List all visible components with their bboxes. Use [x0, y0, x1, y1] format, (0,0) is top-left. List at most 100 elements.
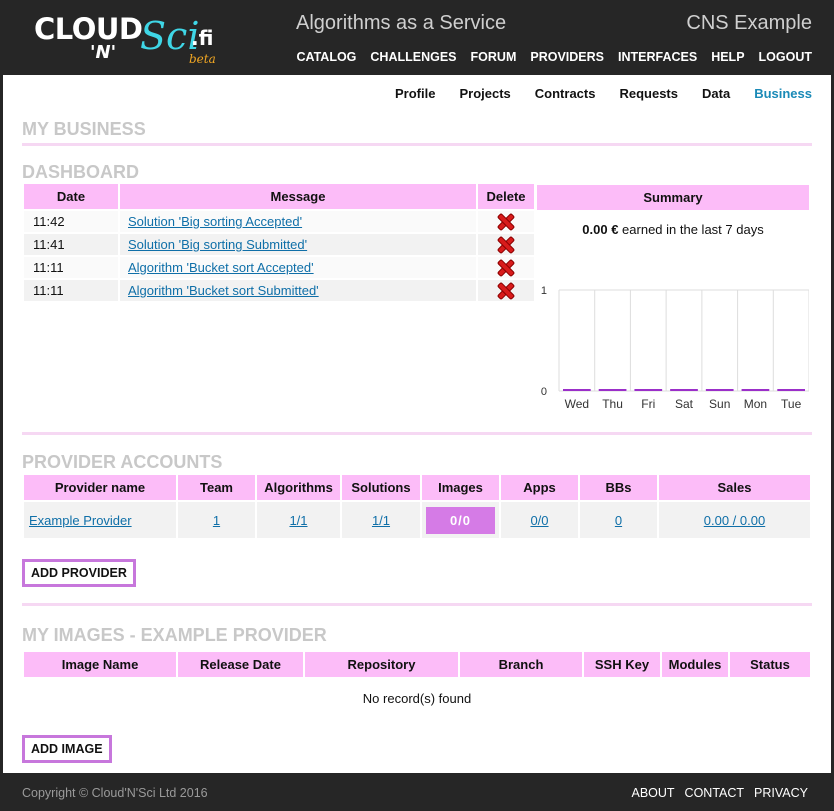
provider-accounts-title: PROVIDER ACCOUNTS [22, 452, 223, 472]
col-branch: Branch [460, 652, 582, 677]
site-name: CNS Example [686, 12, 812, 34]
footer-link-privacy[interactable]: PRIVACY [754, 786, 808, 800]
col-release-date: Release Date [178, 652, 303, 677]
tab-contracts[interactable]: Contracts [535, 86, 596, 101]
message-link[interactable]: Algorithm 'Bucket sort Submitted' [128, 283, 319, 298]
sales-link[interactable]: 0.00 / 0.00 [704, 513, 765, 528]
earnings-summary: 0.00 € earned in the last 7 days [537, 222, 809, 237]
chart-bar [705, 389, 734, 391]
chart-bar [598, 389, 627, 391]
logo-cloud-text: CLOUD [34, 12, 143, 46]
nav-catalog[interactable]: CATALOG [296, 50, 356, 64]
x-tick-label: Mon [744, 397, 767, 410]
col-status: Status [730, 652, 810, 677]
row-time: 11:11 [24, 257, 118, 278]
main-nav: CATALOG CHALLENGES FORUM PROVIDERS INTER… [296, 50, 812, 64]
message-link[interactable]: Solution 'Big sorting Submitted' [128, 237, 307, 252]
nav-forum[interactable]: FORUM [471, 50, 517, 64]
nav-logout[interactable]: LOGOUT [759, 50, 812, 64]
summary-panel: Summary 0.00 € earned in the last 7 days [537, 185, 809, 237]
row-time: 11:11 [24, 280, 118, 301]
col-solutions: Solutions [342, 475, 420, 500]
earnings-text: earned in the last 7 days [618, 222, 764, 237]
footer: Copyright © Cloud'N'Sci Ltd 2016 ABOUT C… [0, 773, 834, 811]
row-time: 11:41 [24, 234, 118, 255]
my-images-table: Image Name Release Date Repository Branc… [22, 650, 812, 679]
copyright-text: Copyright © Cloud'N'Sci Ltd 2016 [22, 786, 208, 800]
col-apps: Apps [501, 475, 578, 500]
nav-challenges[interactable]: CHALLENGES [370, 50, 456, 64]
empty-state-text: No record(s) found [362, 691, 472, 706]
col-image-name: Image Name [24, 652, 176, 677]
images-badge[interactable]: 0/0 [426, 506, 495, 534]
col-sales: Sales [659, 475, 810, 500]
x-tick-label: Thu [602, 397, 623, 410]
tab-business[interactable]: Business [754, 86, 812, 101]
provider-accounts-table: Provider name Team Algorithms Solutions … [22, 473, 812, 540]
col-bbs: BBs [580, 475, 657, 500]
provider-name-link[interactable]: Example Provider [29, 513, 132, 528]
page-title: MY BUSINESS [22, 119, 146, 139]
col-images: Images [422, 475, 499, 500]
apps-link[interactable]: 0/0 [530, 513, 548, 528]
summary-title: Summary [537, 185, 809, 210]
main-content: Profile Projects Contracts Requests Data… [3, 75, 831, 773]
delete-icon[interactable] [498, 214, 514, 230]
nav-help[interactable]: HELP [711, 50, 744, 64]
delete-icon[interactable] [498, 237, 514, 253]
footer-link-about[interactable]: ABOUT [631, 786, 674, 800]
y-tick-label: 1 [541, 285, 547, 297]
col-message: Message [120, 184, 476, 209]
col-provider-name: Provider name [24, 475, 176, 500]
tab-data[interactable]: Data [702, 86, 730, 101]
earnings-chart: 1 0 Wed Thu Fri Sat Sun Mon Tue [541, 285, 809, 410]
message-link[interactable]: Solution 'Big sorting Accepted' [128, 214, 302, 229]
table-row: 11:42 Solution 'Big sorting Accepted' [24, 211, 534, 232]
earnings-amount: 0.00 € [582, 222, 619, 237]
logo-fi-text: .fi [191, 26, 214, 50]
team-link[interactable]: 1 [213, 513, 220, 528]
my-images-title: MY IMAGES - EXAMPLE PROVIDER [22, 625, 327, 645]
algorithms-link[interactable]: 1/1 [289, 513, 307, 528]
logo-beta-text: beta [189, 52, 216, 66]
col-modules: Modules [662, 652, 728, 677]
divider [22, 143, 812, 146]
cloudnsci-logo[interactable]: CLOUD 'N' Sci .fi beta [34, 8, 224, 68]
chart-bar [634, 389, 663, 391]
message-link[interactable]: Algorithm 'Bucket sort Accepted' [128, 260, 314, 275]
x-tick-label: Wed [565, 397, 589, 410]
table-row: 11:11 Algorithm 'Bucket sort Submitted' [24, 280, 534, 301]
nav-providers[interactable]: PROVIDERS [530, 50, 604, 64]
tab-profile[interactable]: Profile [395, 86, 435, 101]
service-title: Algorithms as a Service [296, 12, 507, 34]
delete-icon[interactable] [498, 283, 514, 299]
dashboard-table: Date Message Delete 11:42 Solution 'Big … [22, 182, 536, 303]
add-provider-button[interactable]: ADD PROVIDER [22, 559, 136, 587]
chart-bar [777, 389, 805, 391]
col-team: Team [178, 475, 255, 500]
col-date: Date [24, 184, 118, 209]
logo-n-text: 'N' [90, 42, 117, 63]
row-time: 11:42 [24, 211, 118, 232]
x-tick-label: Sun [709, 397, 730, 410]
nav-interfaces[interactable]: INTERFACES [618, 50, 697, 64]
table-row: Example Provider 1 1/1 1/1 0/0 0/0 0 0.0… [24, 502, 810, 538]
col-ssh-key: SSH Key [584, 652, 660, 677]
footer-link-contact[interactable]: CONTACT [685, 786, 745, 800]
chart-bar [563, 389, 591, 391]
solutions-link[interactable]: 1/1 [372, 513, 390, 528]
delete-icon[interactable] [498, 260, 514, 276]
bbs-link[interactable]: 0 [615, 513, 622, 528]
dashboard-title: DASHBOARD [22, 162, 139, 182]
col-repository: Repository [305, 652, 458, 677]
add-image-button[interactable]: ADD IMAGE [22, 735, 112, 763]
col-delete: Delete [478, 184, 534, 209]
x-tick-label: Sat [675, 397, 694, 410]
col-algorithms: Algorithms [257, 475, 340, 500]
divider [22, 432, 812, 435]
tab-requests[interactable]: Requests [619, 86, 678, 101]
table-row: 11:11 Algorithm 'Bucket sort Accepted' [24, 257, 534, 278]
footer-links: ABOUT CONTACT PRIVACY [631, 786, 808, 800]
sub-nav: Profile Projects Contracts Requests Data… [395, 86, 812, 101]
tab-projects[interactable]: Projects [459, 86, 510, 101]
